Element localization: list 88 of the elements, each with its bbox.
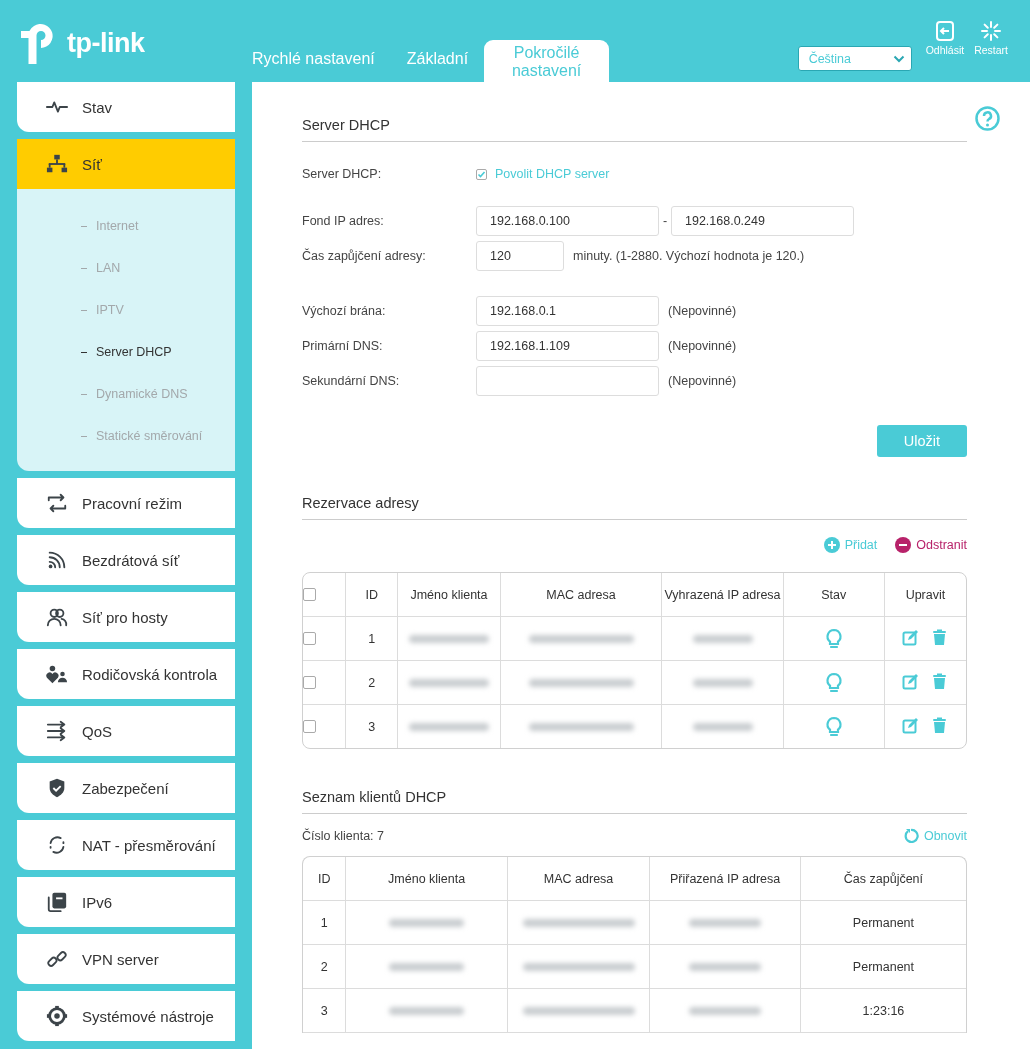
wireless-icon — [46, 549, 68, 571]
column-header: Jméno klienta — [345, 857, 508, 901]
input-field[interactable]: 192.168.0.100 — [476, 206, 659, 236]
link-icon — [46, 948, 68, 970]
sidebar-item[interactable]: Bezdrátová síť — [17, 535, 235, 585]
field-label: Fond IP adres: — [302, 214, 385, 228]
column-header: Jméno klienta — [397, 573, 501, 617]
dash-mark — [81, 435, 87, 437]
sidebar-item[interactable]: NAT - přesměrování — [17, 820, 235, 870]
qos-icon — [46, 720, 68, 742]
input-field[interactable]: 192.168.0.249 — [671, 206, 854, 236]
checkbox[interactable] — [303, 588, 316, 601]
table-cell: 3 — [303, 988, 346, 1033]
sidebar-item[interactable]: IPv6 — [17, 877, 235, 927]
field-label: Sekundární DNS: — [302, 374, 401, 388]
column-header: Stav — [783, 573, 885, 617]
table-cell: 2 — [345, 660, 398, 705]
dash-mark — [81, 351, 87, 353]
column-header: Upravit — [884, 573, 966, 617]
column-header: MAC adresa — [507, 857, 650, 901]
column-header: Přiřazená IP adresa — [649, 857, 801, 901]
swap-arrows-icon — [46, 492, 68, 514]
submenu-item[interactable]: Server DHCP — [17, 331, 235, 373]
trash-icon[interactable] — [931, 672, 949, 690]
section-title: Seznam klientů DHCP — [302, 789, 967, 814]
input-field[interactable] — [476, 366, 659, 396]
sidebar-item[interactable]: Zabezpečení — [17, 763, 235, 813]
sidebar-item[interactable]: Rodičovská kontrola — [17, 649, 235, 699]
check-icon — [477, 169, 486, 179]
help-icon — [975, 106, 1000, 131]
column-header: Vyhrazená IP adresa — [661, 573, 784, 617]
column-header: ID — [303, 857, 346, 901]
bulb-icon[interactable] — [824, 671, 843, 694]
sidebar-item[interactable]: Síť — [17, 139, 235, 189]
edit-icon[interactable] — [902, 672, 920, 690]
column-header: ID — [345, 573, 398, 617]
sidebar-item[interactable]: VPN server — [17, 934, 235, 984]
restart-icon — [980, 20, 1003, 42]
table-cell: 1 — [303, 900, 346, 945]
input-field[interactable]: 120 — [476, 241, 564, 271]
field-label: Výchozí brána: — [302, 304, 387, 318]
checkbox[interactable] — [303, 720, 316, 733]
dash-mark — [81, 393, 87, 395]
trash-icon[interactable] — [931, 628, 949, 646]
network-icon — [46, 153, 68, 175]
logo-text: tp-link — [67, 27, 145, 59]
sidebar-item[interactable]: Síť pro hosty — [17, 592, 235, 642]
bulb-icon[interactable] — [824, 715, 843, 738]
sidebar-item[interactable]: Systémové nástroje — [17, 991, 235, 1041]
remove-button[interactable]: Odstranit — [895, 536, 967, 554]
table-cell: 1 — [345, 616, 398, 661]
field-label: Čas zapůjčení adresy: — [302, 249, 427, 263]
section-title: Rezervace adresy — [302, 495, 967, 520]
logout-icon — [933, 20, 956, 42]
table-cell: 2 — [303, 944, 346, 989]
remove-icon — [895, 537, 912, 553]
client-count: Číslo klienta: 7 — [302, 829, 384, 843]
trash-icon[interactable] — [931, 716, 949, 734]
sidebar-item[interactable]: QoS — [17, 706, 235, 756]
column-header: MAC adresa — [500, 573, 662, 617]
dash-mark — [81, 309, 87, 311]
field-hint: (Nepovinné) — [668, 304, 737, 318]
input-field[interactable]: 192.168.0.1 — [476, 296, 659, 326]
dash-mark — [81, 267, 87, 269]
chevron-down-icon — [892, 54, 905, 63]
add-icon — [823, 537, 840, 553]
guests-icon — [46, 606, 68, 628]
field-hint: minuty. (1-2880. Výchozí hodnota je 120.) — [573, 249, 805, 263]
range-separator: - — [661, 214, 669, 228]
field-label: Server DHCP: — [302, 167, 383, 181]
checkbox[interactable] — [303, 632, 316, 645]
refresh-icon — [902, 828, 919, 844]
sidebar-item[interactable]: Stav — [17, 82, 235, 132]
column-header: Čas zapůjčení — [800, 857, 966, 901]
edit-icon[interactable] — [902, 628, 920, 646]
gear-icon — [46, 1005, 68, 1027]
document-icon — [46, 891, 68, 913]
bulb-icon[interactable] — [824, 627, 843, 650]
dash-mark — [81, 225, 87, 227]
field-label: Primární DNS: — [302, 339, 384, 353]
edit-icon[interactable] — [902, 716, 920, 734]
field-hint: (Nepovinné) — [668, 374, 737, 388]
field-hint: (Nepovinné) — [668, 339, 737, 353]
sidebar-item[interactable]: Pracovní režim — [17, 478, 235, 528]
family-icon — [46, 663, 68, 685]
section-title: Server DHCP — [302, 117, 967, 142]
input-field[interactable]: 192.168.1.109 — [476, 331, 659, 361]
checkbox[interactable] — [303, 676, 316, 689]
